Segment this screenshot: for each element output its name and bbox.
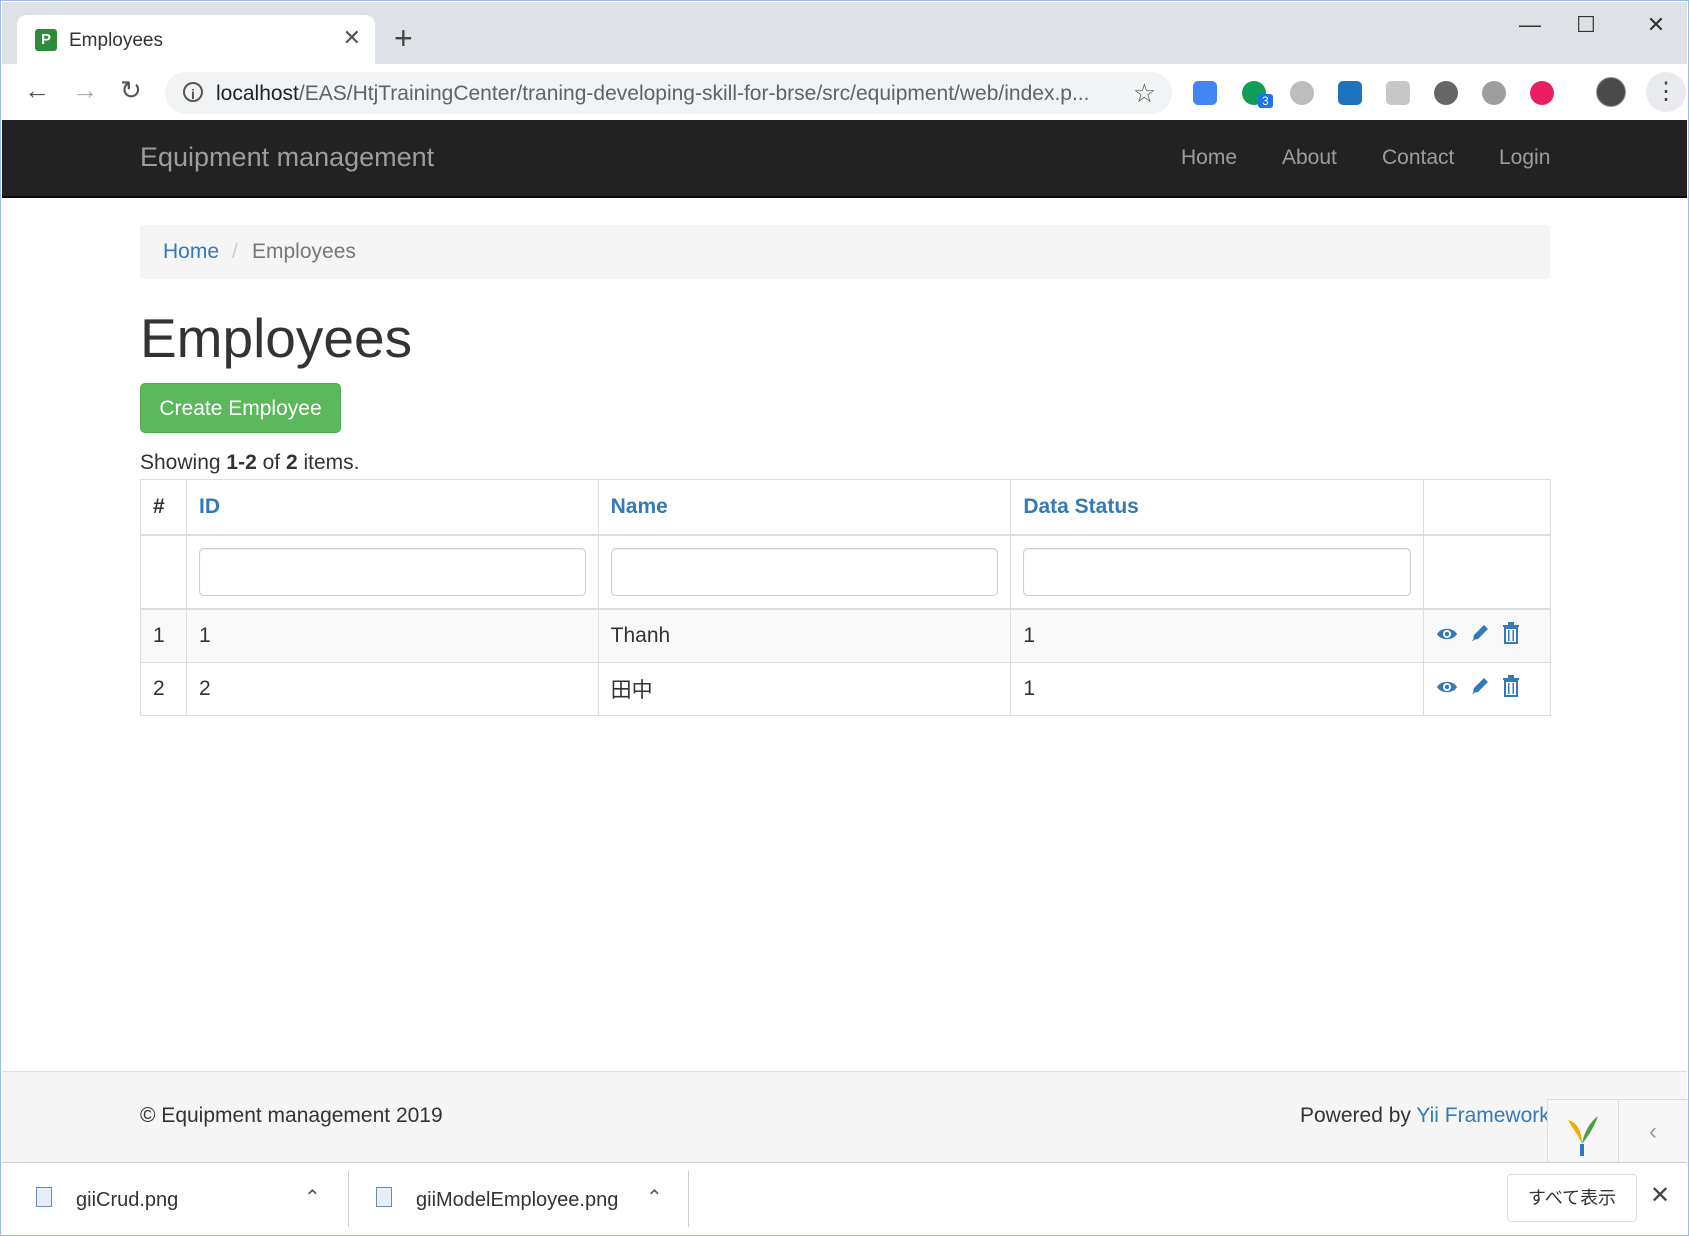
- address-bar[interactable]: i localhost/EAS/HtjTrainingCenter/tranin…: [165, 72, 1172, 114]
- image-file-icon: [36, 1187, 52, 1207]
- chat-extension-icon[interactable]: [1290, 81, 1314, 105]
- back-arrow-icon[interactable]: ←: [24, 76, 50, 104]
- row-serial: 2: [140, 662, 187, 716]
- update-pencil-icon[interactable]: [1470, 676, 1490, 702]
- bookmark-star-icon[interactable]: ☆: [1133, 78, 1156, 109]
- minimize-button[interactable]: —: [1510, 12, 1550, 38]
- name-filter-cell: [597, 534, 1012, 610]
- extension-badge: 3: [1258, 94, 1273, 108]
- id-filter-input[interactable]: [198, 548, 586, 596]
- download-item[interactable]: giiCrud.png ⌃: [36, 1163, 336, 1235]
- browser-tab[interactable]: P Employees ✕: [17, 15, 375, 64]
- row-status: 1: [1010, 662, 1425, 716]
- reload-icon[interactable]: ↻: [120, 76, 142, 104]
- row-name: 田中: [597, 662, 1012, 716]
- breadcrumb-home-link[interactable]: Home: [163, 240, 219, 264]
- sort-by-name-link[interactable]: Name: [611, 495, 668, 518]
- close-downloads-icon[interactable]: ✕: [1650, 1181, 1670, 1210]
- cast-extension-icon[interactable]: [1386, 81, 1410, 105]
- footer-powered-by: Powered by Yii Framework: [1300, 1104, 1550, 1127]
- delete-trash-icon[interactable]: [1502, 675, 1520, 703]
- page-title: Employees: [140, 307, 413, 369]
- actions-column-header: [1423, 479, 1551, 536]
- status-filter-cell: [1010, 534, 1425, 610]
- actions-filter-cell: [1423, 534, 1551, 610]
- grid-header-row: # ID Name Data Status: [140, 479, 1551, 536]
- nav-link-login[interactable]: Login: [1499, 146, 1550, 170]
- update-pencil-icon[interactable]: [1470, 623, 1490, 649]
- translate-extension-icon[interactable]: [1193, 81, 1217, 105]
- status-column-header[interactable]: Data Status: [1010, 479, 1425, 536]
- chevron-up-icon[interactable]: ⌃: [304, 1185, 321, 1210]
- downloads-bar: giiCrud.png ⌃ giiModelEmployee.png ⌃ すべて…: [2, 1162, 1687, 1235]
- yii-logo-icon[interactable]: [1548, 1100, 1619, 1164]
- grid-summary: Showing 1-2 of 2 items.: [140, 451, 360, 474]
- serial-column-header: #: [140, 479, 187, 536]
- yii-debug-toolbar: ‹: [1547, 1099, 1688, 1165]
- row-actions: [1423, 662, 1551, 716]
- site-navbar: Equipment management Home About Contact …: [2, 120, 1687, 198]
- name-filter-input[interactable]: [610, 548, 999, 596]
- row-id: 2: [185, 662, 599, 716]
- row-id: 1: [185, 608, 599, 663]
- nav-link-contact[interactable]: Contact: [1382, 146, 1454, 170]
- view-eye-icon[interactable]: [1436, 624, 1458, 648]
- page-viewport: Equipment management Home About Contact …: [2, 120, 1688, 1165]
- breadcrumb: Home / Employees: [140, 225, 1550, 279]
- phpstorm-favicon-icon: P: [35, 29, 57, 51]
- download-filename: giiCrud.png: [76, 1189, 179, 1211]
- site-info-icon[interactable]: i: [183, 82, 203, 102]
- nav-link-about[interactable]: About: [1282, 146, 1337, 170]
- row-name: Thanh: [597, 608, 1012, 663]
- download-item[interactable]: giiModelEmployee.png ⌃: [376, 1163, 676, 1235]
- close-window-button[interactable]: ✕: [1636, 12, 1676, 38]
- breadcrumb-current: Employees: [252, 240, 356, 263]
- download-divider: [348, 1171, 349, 1227]
- breadcrumb-separator: /: [232, 240, 238, 263]
- name-column-header[interactable]: Name: [597, 479, 1012, 536]
- status-filter-input[interactable]: [1023, 548, 1412, 596]
- navbar-brand[interactable]: Equipment management: [140, 142, 434, 173]
- download-filename: giiModelEmployee.png: [416, 1189, 619, 1211]
- view-eye-icon[interactable]: [1436, 677, 1458, 701]
- id-column-header[interactable]: ID: [185, 479, 599, 536]
- profile-avatar[interactable]: [1596, 77, 1626, 107]
- browser-toolbar: ← → ↻ i localhost/EAS/HtjTrainingCenter/…: [2, 64, 1687, 120]
- site-footer: © Equipment management 2019 Powered by Y…: [2, 1071, 1688, 1165]
- forward-arrow-icon[interactable]: →: [72, 76, 98, 104]
- image-file-icon: [376, 1187, 392, 1207]
- new-tab-button[interactable]: +: [394, 22, 413, 54]
- browser-menu-icon[interactable]: ⋮: [1646, 72, 1686, 112]
- yii-framework-link[interactable]: Yii Framework: [1416, 1104, 1549, 1127]
- serial-filter-cell: [140, 534, 187, 610]
- pink-extension-icon[interactable]: [1530, 81, 1554, 105]
- sort-by-id-link[interactable]: ID: [199, 495, 220, 518]
- grid-filter-row: [140, 534, 1551, 610]
- sort-by-status-link[interactable]: Data Status: [1023, 495, 1139, 518]
- toolbar-collapse-chevron-icon[interactable]: ‹: [1618, 1100, 1688, 1164]
- delete-trash-icon[interactable]: [1502, 622, 1520, 650]
- table-row: 2 2 田中 1: [140, 662, 1551, 716]
- tab-strip: P Employees ✕ + — ☐ ✕: [2, 2, 1687, 64]
- maximize-button[interactable]: ☐: [1566, 12, 1606, 38]
- url-text[interactable]: localhost/EAS/HtjTrainingCenter/traning-…: [216, 82, 1089, 106]
- id-filter-cell: [185, 534, 599, 610]
- row-status: 1: [1010, 608, 1425, 663]
- command-extension-icon[interactable]: [1482, 81, 1506, 105]
- row-actions: [1423, 608, 1551, 663]
- nav-link-home[interactable]: Home: [1181, 146, 1237, 170]
- circle-extension-icon[interactable]: [1434, 81, 1458, 105]
- create-employee-button[interactable]: Create Employee: [140, 383, 341, 433]
- tab-close-icon[interactable]: ✕: [343, 25, 361, 51]
- table-row: 1 1 Thanh 1: [140, 608, 1551, 663]
- chevron-up-icon[interactable]: ⌃: [646, 1185, 663, 1210]
- s-extension-icon[interactable]: [1338, 81, 1362, 105]
- employee-grid: # ID Name Data Status 1 1 Thanh 1 2 2 田中…: [140, 479, 1551, 716]
- tab-title: Employees: [69, 30, 163, 51]
- show-all-downloads-button[interactable]: すべて表示: [1507, 1174, 1637, 1222]
- footer-copyright: © Equipment management 2019: [140, 1104, 443, 1127]
- row-serial: 1: [140, 608, 187, 663]
- download-divider: [688, 1171, 689, 1227]
